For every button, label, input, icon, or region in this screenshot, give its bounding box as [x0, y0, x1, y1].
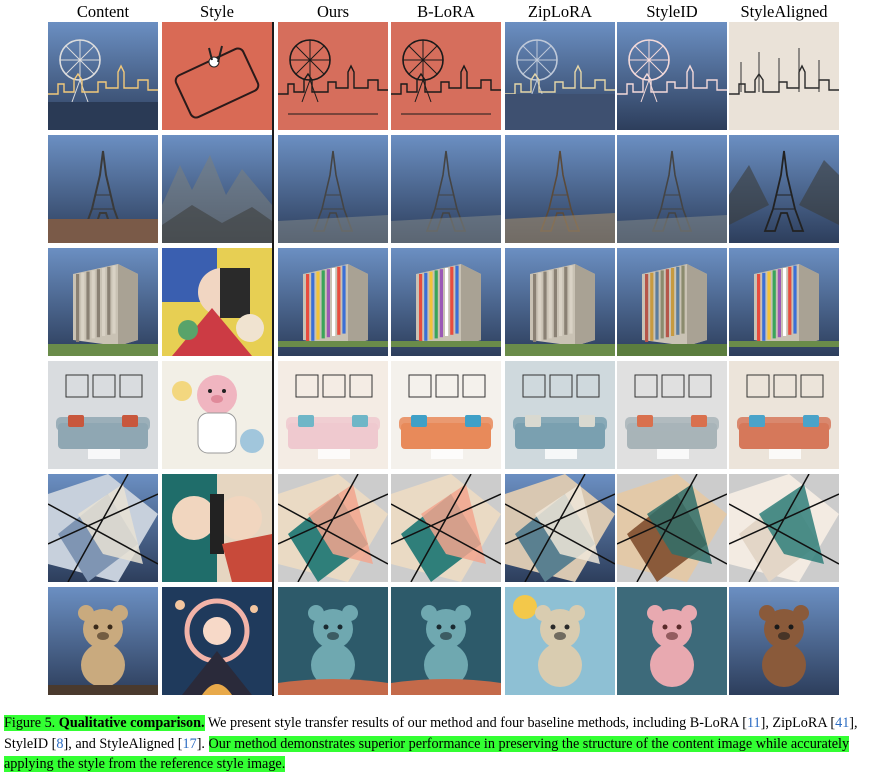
image-stylealigned-glass-architecture [729, 474, 839, 582]
image-content-living-room [48, 361, 158, 469]
image-b-lora-office-building [391, 248, 501, 356]
figure-label: Figure 5. [4, 715, 56, 731]
caption-text: ]. [196, 735, 209, 752]
column-header-ours: Ours [316, 2, 350, 21]
image-content-eiffel-tower [48, 135, 158, 243]
image-ziplora-glass-architecture [505, 474, 615, 582]
image-ziplora-eiffel-tower [505, 135, 615, 243]
image-styleid-london-skyline [617, 22, 727, 130]
image-ziplora-teddy-bear [505, 587, 615, 695]
image-style-living-room [162, 361, 272, 469]
citation-link[interactable]: 17 [183, 736, 197, 752]
citation-link[interactable]: 41 [835, 715, 849, 731]
image-ziplora-office-building [505, 248, 615, 356]
image-style-eiffel-tower [162, 135, 272, 243]
image-ours-glass-architecture [278, 474, 388, 582]
image-b-lora-london-skyline [391, 22, 501, 130]
image-ours-london-skyline [278, 22, 388, 130]
caption-text: ], and StyleAligned [ [63, 735, 183, 752]
column-header-style: Style [200, 2, 234, 21]
image-styleid-teddy-bear [617, 587, 727, 695]
citation-link[interactable]: 11 [747, 715, 761, 731]
image-ours-office-building [278, 248, 388, 356]
image-content-office-building [48, 248, 158, 356]
image-style-office-building [162, 248, 272, 356]
image-b-lora-living-room [391, 361, 501, 469]
image-content-glass-architecture [48, 474, 158, 582]
image-stylealigned-london-skyline [729, 22, 839, 130]
image-content-london-skyline [48, 22, 158, 130]
caption-title: Qualitative comparison. [58, 715, 205, 731]
citation-link[interactable]: 8 [56, 736, 63, 752]
image-content-teddy-bear [48, 587, 158, 695]
column-divider [272, 22, 274, 696]
image-style-teddy-bear [162, 587, 272, 695]
image-stylealigned-office-building [729, 248, 839, 356]
image-b-lora-glass-architecture [391, 474, 501, 582]
image-stylealigned-eiffel-tower [729, 135, 839, 243]
image-style-glass-architecture [162, 474, 272, 582]
image-ziplora-living-room [505, 361, 615, 469]
column-header-ziplora: ZipLoRA [527, 2, 593, 21]
image-ours-living-room [278, 361, 388, 469]
image-ziplora-london-skyline [505, 22, 615, 130]
image-b-lora-teddy-bear [391, 587, 501, 695]
figure-caption: Figure 5. Qualitative comparison. We pre… [4, 713, 884, 775]
image-b-lora-eiffel-tower [391, 135, 501, 243]
image-styleid-living-room [617, 361, 727, 469]
image-styleid-office-building [617, 248, 727, 356]
column-header-b-lora: B-LoRA [417, 2, 475, 21]
image-stylealigned-teddy-bear [729, 587, 839, 695]
column-header-styleid: StyleID [646, 2, 698, 21]
image-stylealigned-living-room [729, 361, 839, 469]
image-styleid-glass-architecture [617, 474, 727, 582]
caption-text: We present style transfer results of our… [204, 715, 747, 731]
image-styleid-eiffel-tower [617, 135, 727, 243]
image-ours-eiffel-tower [278, 135, 388, 243]
caption-text: ], ZipLoRA [ [760, 715, 836, 731]
column-header-content: Content [76, 2, 130, 21]
column-header-stylealigned: StyleAligned [740, 2, 828, 21]
image-ours-teddy-bear [278, 587, 388, 695]
image-style-london-skyline [162, 22, 272, 130]
